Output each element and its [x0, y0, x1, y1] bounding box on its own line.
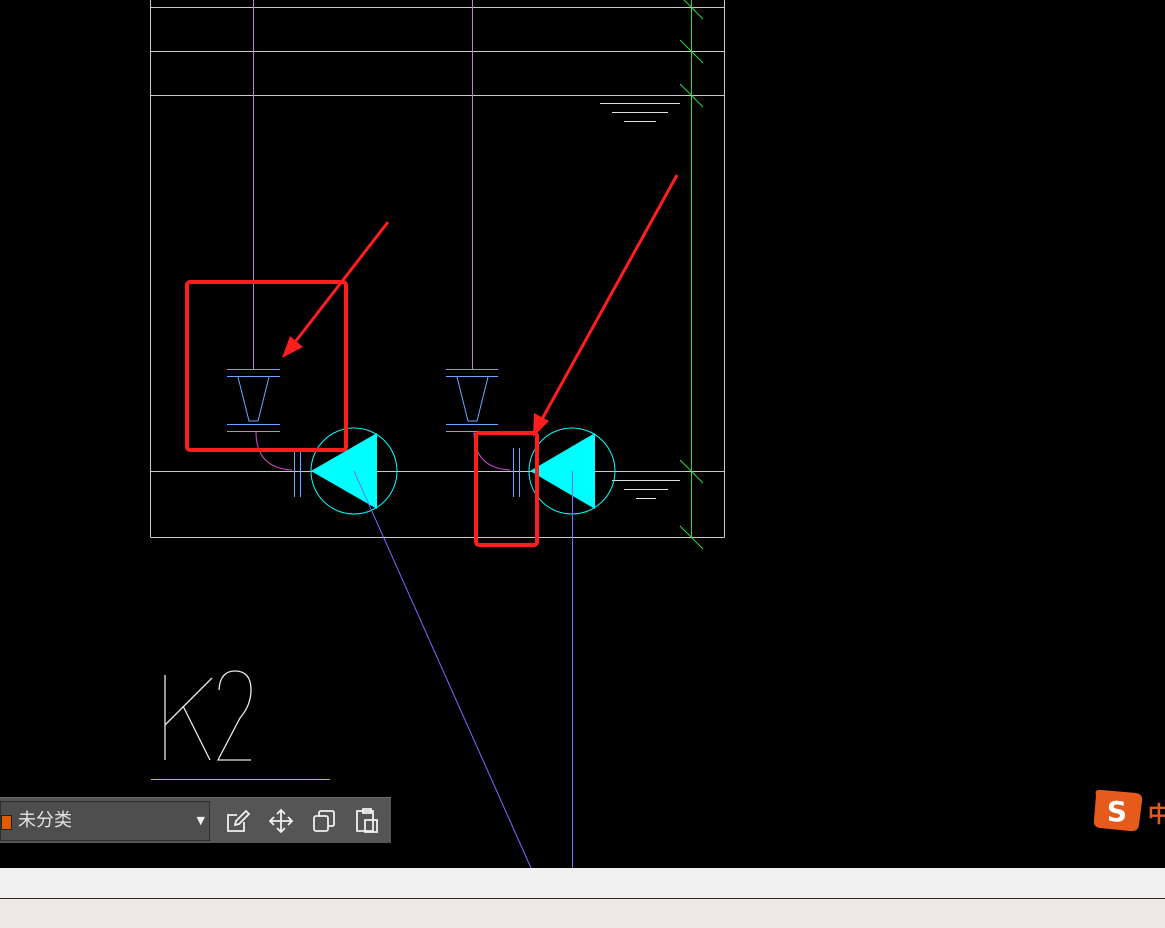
chevron-down-icon[interactable]: ▼: [197, 802, 205, 840]
drawing-label-k2: [151, 670, 330, 780]
block-toolbar: 未分类 ▼: [0, 797, 391, 843]
copy-button[interactable]: [309, 806, 339, 836]
category-dropdown[interactable]: 未分类 ▼: [0, 801, 210, 841]
svg-text:S: S: [1107, 795, 1127, 828]
paste-icon: [356, 808, 378, 833]
copy-icon: [313, 810, 335, 832]
drawing-frame: [150, 0, 725, 538]
valve-right: [446, 369, 498, 432]
ime-mode-text: 中: [1148, 803, 1165, 828]
cad-drawing-canvas[interactable]: [0, 0, 1165, 868]
move-button[interactable]: [266, 806, 296, 836]
status-bar: [0, 868, 1165, 899]
category-color-swatch: [1, 815, 12, 830]
category-label: 未分类: [18, 810, 72, 831]
ime-status-widget[interactable]: S 中: [1090, 787, 1165, 835]
green-rail: [679, 0, 704, 550]
ground-symbol-top: [600, 103, 680, 122]
paste-button[interactable]: [352, 806, 382, 836]
sogou-logo-icon: S: [1093, 789, 1143, 832]
ground-symbol-bottom: [612, 480, 680, 499]
annotation-arrow-right: [533, 174, 679, 437]
edit-icon: [227, 809, 251, 832]
taskbar: [0, 899, 1165, 928]
annotation-box-right: [474, 431, 539, 547]
edit-button[interactable]: [223, 806, 253, 836]
valve-left: [227, 369, 280, 432]
pipe-elbow-right: [473, 431, 511, 471]
move-icon: [268, 808, 294, 834]
annotation-arrow-left: [282, 221, 390, 358]
